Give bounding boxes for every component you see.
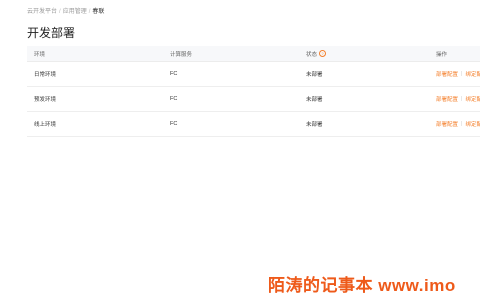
breadcrumb-current: 春联 xyxy=(92,9,105,15)
cell-env: 预发环境 xyxy=(34,97,57,103)
breadcrumb-item-app-management[interactable]: 应用管理 xyxy=(63,9,87,15)
action-divider: | xyxy=(461,121,463,127)
deploy-config-link[interactable]: 部署配置 xyxy=(436,120,458,128)
cell-env: 日常环境 xyxy=(34,72,57,78)
table-row: 预发环境 FC 未部署 部署配置 | 绑定配置 xyxy=(27,87,480,112)
cell-actions: 部署配置 | 绑定配置 xyxy=(436,112,480,136)
watermark: 陌涛的记事本 www.imo xyxy=(268,276,456,295)
cell-compute: FC xyxy=(170,96,178,102)
deploy-config-link[interactable]: 部署配置 xyxy=(436,95,458,103)
header-compute: 计算服务 xyxy=(170,51,193,58)
cell-compute: FC xyxy=(170,71,178,77)
breadcrumb-item-platform[interactable]: 云开发平台 xyxy=(27,9,57,15)
action-divider: | xyxy=(461,71,463,77)
bind-config-link[interactable]: 绑定配置 xyxy=(465,120,480,128)
cell-compute: FC xyxy=(170,121,178,127)
breadcrumb: 云开发平台 / 应用管理 / 春联 xyxy=(27,6,104,15)
cell-status: 未部署 xyxy=(306,122,323,128)
cell-actions: 部署配置 | 绑定配置 xyxy=(436,87,480,111)
cell-status: 未部署 xyxy=(306,97,323,103)
deployment-table: 环境 计算服务 状态 ? 操作 日常环境 FC 未部署 部署配置 | 绑定配置 … xyxy=(27,46,480,137)
breadcrumb-separator: / xyxy=(59,9,61,15)
action-divider: | xyxy=(461,96,463,102)
header-status: 状态 ? xyxy=(306,46,327,61)
deploy-config-link[interactable]: 部署配置 xyxy=(436,70,458,78)
table-row: 线上环境 FC 未部署 部署配置 | 绑定配置 xyxy=(27,112,480,137)
cell-env: 线上环境 xyxy=(34,122,57,128)
header-status-label: 状态 xyxy=(306,51,318,58)
bind-config-link[interactable]: 绑定配置 xyxy=(465,70,480,78)
page-title: 开发部署 xyxy=(27,26,76,40)
bind-config-link[interactable]: 绑定配置 xyxy=(465,95,480,103)
breadcrumb-separator: / xyxy=(88,9,91,15)
question-circle-icon[interactable]: ? xyxy=(319,50,327,57)
table-row: 日常环境 FC 未部署 部署配置 | 绑定配置 xyxy=(27,62,480,87)
header-env: 环境 xyxy=(34,51,46,58)
cell-actions: 部署配置 | 绑定配置 xyxy=(436,62,480,86)
table-header-row: 环境 计算服务 状态 ? 操作 xyxy=(27,46,480,62)
cell-status: 未部署 xyxy=(306,72,323,78)
header-actions: 操作 xyxy=(436,51,448,58)
